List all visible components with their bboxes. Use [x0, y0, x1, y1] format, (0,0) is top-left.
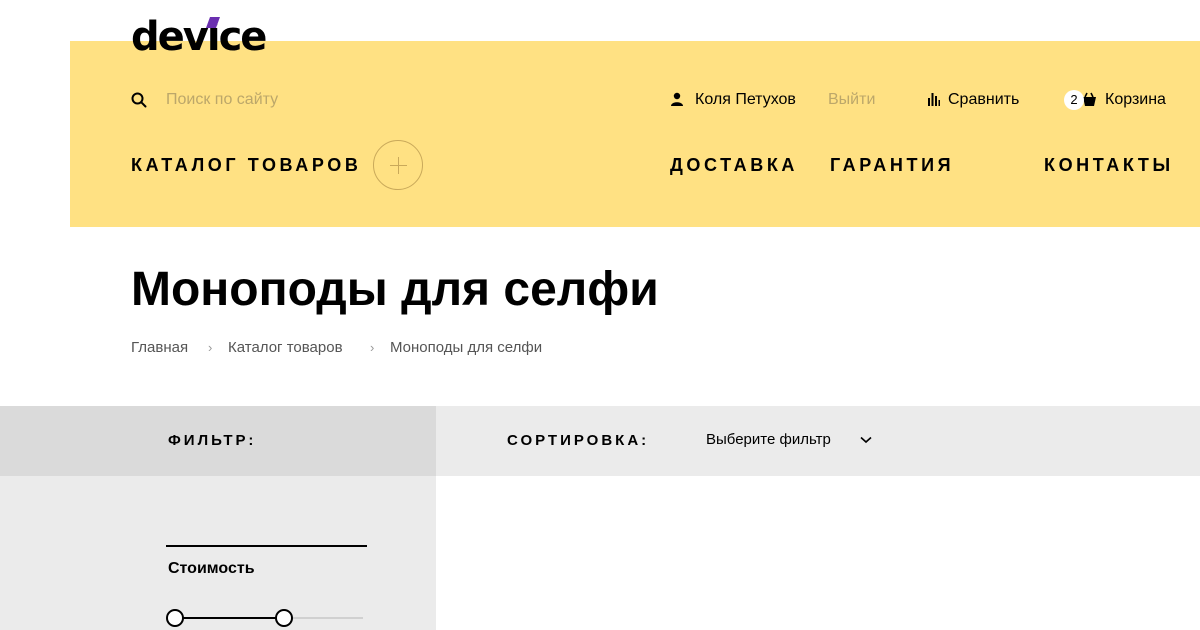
nav-contacts[interactable]: КОНТАКТЫ — [1044, 155, 1174, 175]
catalog-toggle-button[interactable] — [373, 140, 423, 190]
breadcrumb-separator: › — [208, 340, 213, 355]
bar-chart-icon — [928, 93, 940, 106]
filter-label: ФИЛЬТР: — [168, 432, 257, 449]
breadcrumb-item-home[interactable]: Главная — [131, 338, 188, 358]
breadcrumb-separator: › — [370, 340, 375, 355]
search-input[interactable] — [158, 86, 378, 114]
cart-link[interactable]: Корзина — [1105, 90, 1166, 110]
cart-count-badge: 2 — [1064, 90, 1084, 110]
page-title: Моноподы для селфи — [131, 263, 659, 316]
site-header — [70, 41, 1200, 227]
price-filter-title: Стоимость — [168, 560, 255, 577]
filter-sidebar — [0, 476, 436, 630]
logo-text-end: ce — [218, 14, 268, 60]
breadcrumb-item-current: Моноподы для селфи — [390, 339, 543, 356]
price-range-fill — [175, 617, 285, 619]
nav-catalog[interactable]: КАТАЛОГ ТОВАРОВ — [131, 155, 361, 175]
logout-link[interactable]: Выйти — [828, 90, 875, 110]
price-filter-divider — [166, 545, 367, 547]
nav-warranty[interactable]: ГАРАНТИЯ — [830, 155, 954, 175]
nav-delivery[interactable]: ДОСТАВКА — [670, 155, 798, 175]
chevron-down-icon[interactable] — [860, 436, 872, 444]
search-icon[interactable] — [131, 92, 147, 108]
compare-link[interactable]: Сравнить — [948, 90, 1019, 110]
sort-select[interactable]: Выберите фильтр — [706, 430, 831, 450]
user-icon — [671, 92, 683, 106]
logo-i: i — [205, 14, 221, 60]
breadcrumb-item-catalog[interactable]: Каталог товаров — [228, 338, 343, 358]
price-range-min-handle[interactable] — [166, 609, 184, 627]
user-profile-link[interactable]: Коля Петухов — [695, 90, 796, 110]
logo[interactable]: devi ce — [131, 12, 268, 62]
sort-label: СОРТИРОВКА: — [507, 432, 650, 449]
logo-text: dev — [131, 14, 209, 60]
